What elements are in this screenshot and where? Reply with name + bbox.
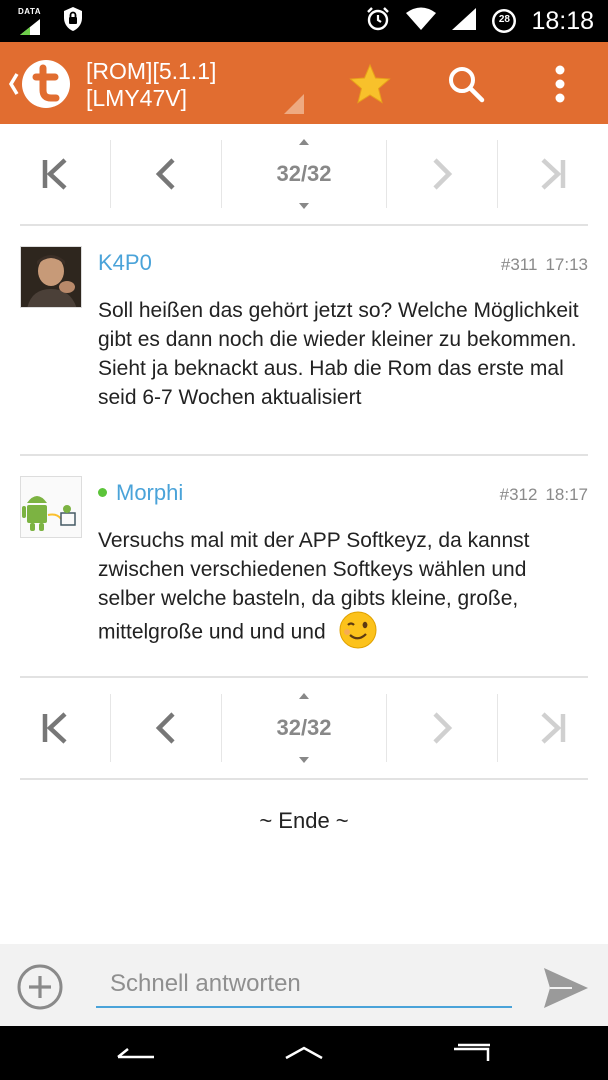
post-body: Versuchs mal mit der APP Softkeyz, da ka…: [98, 526, 588, 653]
author-name: Morphi: [116, 480, 184, 505]
nav-back-icon: [117, 1048, 154, 1059]
post-number: #311: [500, 255, 538, 274]
first-page-icon: [42, 712, 67, 744]
post-time: 17:13: [545, 255, 588, 274]
add-attachment-button[interactable]: [16, 963, 64, 1011]
next-page-icon: [433, 158, 453, 190]
wifi-icon: [405, 7, 437, 35]
nav-back-button[interactable]: [86, 1026, 186, 1080]
last-page-button[interactable]: [498, 678, 608, 778]
next-page-button[interactable]: [387, 124, 497, 224]
post-body: Soll heißen das gehört jetzt so? Welche …: [98, 299, 579, 409]
wink-emoji-icon: [338, 610, 378, 650]
app-bar: [ROM][5.1.1] [LMY47V]: [0, 42, 608, 124]
user-photo-icon: [21, 247, 81, 307]
alarm-icon: [365, 6, 391, 36]
page-indicator: 32/32: [276, 161, 332, 186]
dropdown-corner-icon: [284, 94, 304, 114]
android-avatar-icon: [21, 477, 81, 537]
title-line-2: [LMY47V]: [86, 85, 187, 111]
nav-recents-button[interactable]: [422, 1026, 522, 1080]
nav-home-button[interactable]: [254, 1026, 354, 1080]
data-label: DATA: [18, 7, 42, 16]
quick-reply-bar: [0, 944, 608, 1026]
post-text: Versuchs mal mit der APP Softkeyz, da ka…: [98, 529, 530, 644]
title-line-1: [ROM][5.1.1]: [86, 58, 217, 84]
data-signal-icon: DATA: [18, 7, 44, 35]
search-button[interactable]: [442, 60, 490, 108]
prev-page-icon: [155, 712, 175, 744]
first-page-button[interactable]: [0, 124, 110, 224]
back-button[interactable]: [6, 56, 70, 112]
status-clock: 18:18: [531, 6, 594, 35]
quick-reply-input[interactable]: [96, 962, 512, 1008]
divider: [20, 778, 588, 780]
post-311: K4P0 #311 17:13 Soll heißen das gehört je…: [0, 226, 608, 454]
star-icon: [349, 63, 391, 104]
post-312: Morphi #312 18:17 Versuchs mal mit der AP…: [0, 456, 608, 676]
cell-signal-icon: [451, 7, 477, 35]
prev-page-button[interactable]: [111, 678, 221, 778]
page-indicator: 32/32: [276, 715, 332, 740]
avatar[interactable]: [20, 476, 82, 538]
nav-recents-icon: [454, 1043, 490, 1061]
avatar[interactable]: [20, 246, 82, 308]
star-button[interactable]: [346, 60, 394, 108]
next-page-icon: [433, 712, 453, 744]
prev-page-button[interactable]: [111, 124, 221, 224]
system-nav-bar: [0, 1026, 608, 1080]
add-circle-icon: [17, 964, 63, 1010]
nav-home-icon: [285, 1046, 323, 1060]
page-selector[interactable]: 32/32: [222, 678, 386, 778]
first-page-button[interactable]: [0, 678, 110, 778]
post-time: 18:17: [545, 485, 588, 504]
first-page-icon: [42, 158, 67, 190]
last-page-icon: [541, 158, 566, 190]
status-bar: DATA 28 18:18: [0, 0, 608, 42]
send-icon: [544, 968, 588, 1008]
end-label: ~ Ende ~: [259, 808, 349, 833]
prev-page-icon: [155, 158, 175, 190]
more-vert-icon: [555, 65, 565, 103]
post-author[interactable]: Morphi: [98, 480, 183, 506]
pager-bottom: 32/32: [0, 678, 608, 778]
online-indicator-icon: [98, 487, 107, 497]
last-page-icon: [541, 712, 566, 744]
next-page-button[interactable]: [387, 678, 497, 778]
battery-level: 28: [498, 14, 510, 25]
post-meta: #311 17:13: [501, 255, 588, 275]
post-number: #312: [499, 485, 538, 504]
last-page-button[interactable]: [498, 124, 608, 224]
author-name: K4P0: [98, 250, 152, 275]
battery-icon: 28: [491, 8, 517, 34]
send-button[interactable]: [542, 966, 590, 1010]
search-icon: [449, 67, 485, 103]
shield-icon: [62, 6, 84, 36]
thread-title[interactable]: [ROM][5.1.1] [LMY47V]: [86, 58, 216, 112]
overflow-menu-button[interactable]: [536, 60, 584, 108]
back-icon: [8, 73, 19, 95]
post-author[interactable]: K4P0: [98, 250, 152, 276]
pager-top: 32/32: [0, 124, 608, 224]
post-meta: #312 18:17: [500, 485, 588, 505]
page-selector[interactable]: 32/32: [222, 124, 386, 224]
